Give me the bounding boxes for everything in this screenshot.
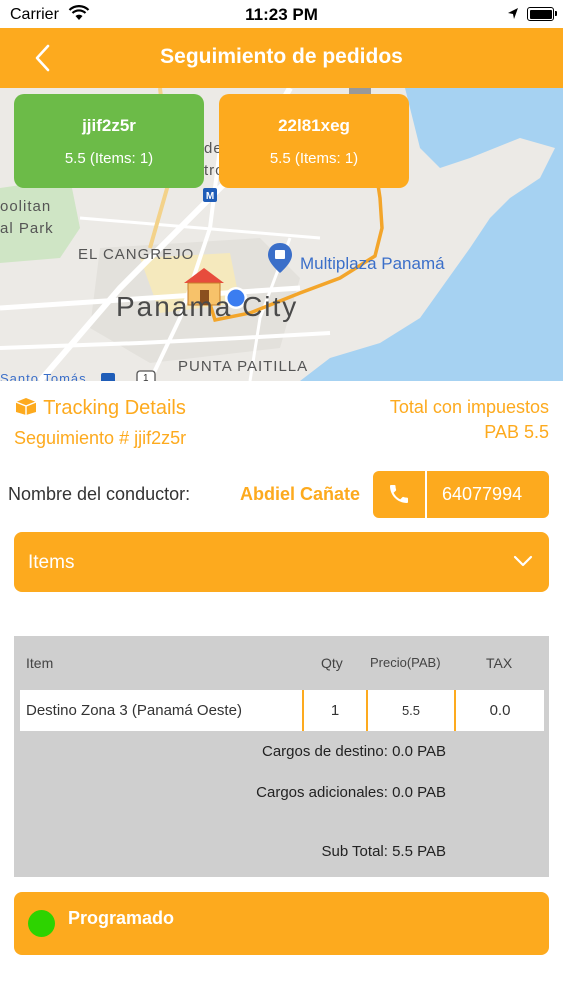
tracking-number: Seguimiento # jjif2z5r xyxy=(14,428,187,448)
order-info: 5.5 (Items: 1) xyxy=(269,150,359,167)
order-card-jjif2z5r[interactable]: jjif2z5r 5.5 (Items: 1) xyxy=(14,94,204,188)
map-route-number: 1 xyxy=(143,373,149,381)
nav-bar: Seguimiento de pedidos xyxy=(0,28,563,88)
status-bar: Carrier 11:23 PM xyxy=(0,0,563,28)
order-status: Programado xyxy=(14,892,549,955)
destination-charges: Cargos de destino: 0.0 PAB xyxy=(262,743,446,760)
map-poi-multiplaza[interactable]: Multiplaza Panamá xyxy=(300,254,445,274)
status-indicator xyxy=(28,910,55,937)
tracking-details-label: Tracking Details xyxy=(43,397,186,419)
chevron-down-icon xyxy=(513,555,533,567)
clock: 11:23 PM xyxy=(245,5,318,24)
header-item: Item xyxy=(26,655,54,671)
total-value: PAB 5.5 xyxy=(484,422,549,442)
tracking-details-title: Tracking Details xyxy=(14,396,186,420)
order-code: jjif2z5r xyxy=(82,116,136,135)
cell-price: 5.5 xyxy=(366,690,454,731)
header-qty: Qty xyxy=(321,655,343,671)
page-title: Seguimiento de pedidos xyxy=(160,45,403,68)
table-row: Destino Zona 3 (Panamá Oeste) 1 5.5 0.0 xyxy=(20,690,544,731)
header-tax: TAX xyxy=(486,655,513,671)
map-label-park: al Park xyxy=(0,220,54,237)
items-label: Items xyxy=(28,552,75,573)
additional-charges: Cargos adicionales: 0.0 PAB xyxy=(256,784,446,801)
header-price: Precio(PAB) xyxy=(370,655,441,670)
status-label: Programado xyxy=(68,908,175,928)
order-info: 5.5 (Items: 1) xyxy=(64,150,154,167)
driver-name: Abdiel Cañate xyxy=(240,484,361,504)
cell-item: Destino Zona 3 (Panamá Oeste) xyxy=(26,702,242,719)
subtotal: Sub Total: 5.5 PAB xyxy=(321,843,446,860)
svg-text:M: M xyxy=(206,191,214,202)
map-label-santo-tomas: Santo Tomás xyxy=(0,371,87,381)
cell-qty: 1 xyxy=(302,690,366,731)
driver-label: Nombre del conductor: xyxy=(8,484,191,504)
order-code: 22l81xeg xyxy=(278,116,350,135)
map-label-metropolitan: oolitan xyxy=(0,198,52,215)
cell-tax: 0.0 xyxy=(454,690,544,731)
map-label-cangrejo: EL CANGREJO xyxy=(78,246,195,263)
phone-icon xyxy=(390,485,408,503)
location-arrow-icon xyxy=(508,8,518,19)
battery-icon xyxy=(527,7,557,21)
map-view[interactable]: M de tro oolitan al Park EL CANGREJO Mul… xyxy=(0,88,563,381)
map-label-paitilla: PUNTA PAITILLA xyxy=(178,358,309,375)
total-label: Total con impuestos xyxy=(389,397,549,417)
order-card-22l81xeg[interactable]: 22l81xeg 5.5 (Items: 1) xyxy=(219,94,409,188)
items-table: Item Qty Precio(PAB) TAX Destino Zona 3 … xyxy=(14,636,549,877)
call-driver-button[interactable]: 64077994 xyxy=(373,471,549,518)
box-icon xyxy=(15,398,37,415)
map-label-city: Panama City xyxy=(116,291,299,322)
items-toggle[interactable]: Items xyxy=(14,532,549,592)
driver-phone: 64077994 xyxy=(442,484,523,504)
call-button-divider xyxy=(425,471,427,518)
